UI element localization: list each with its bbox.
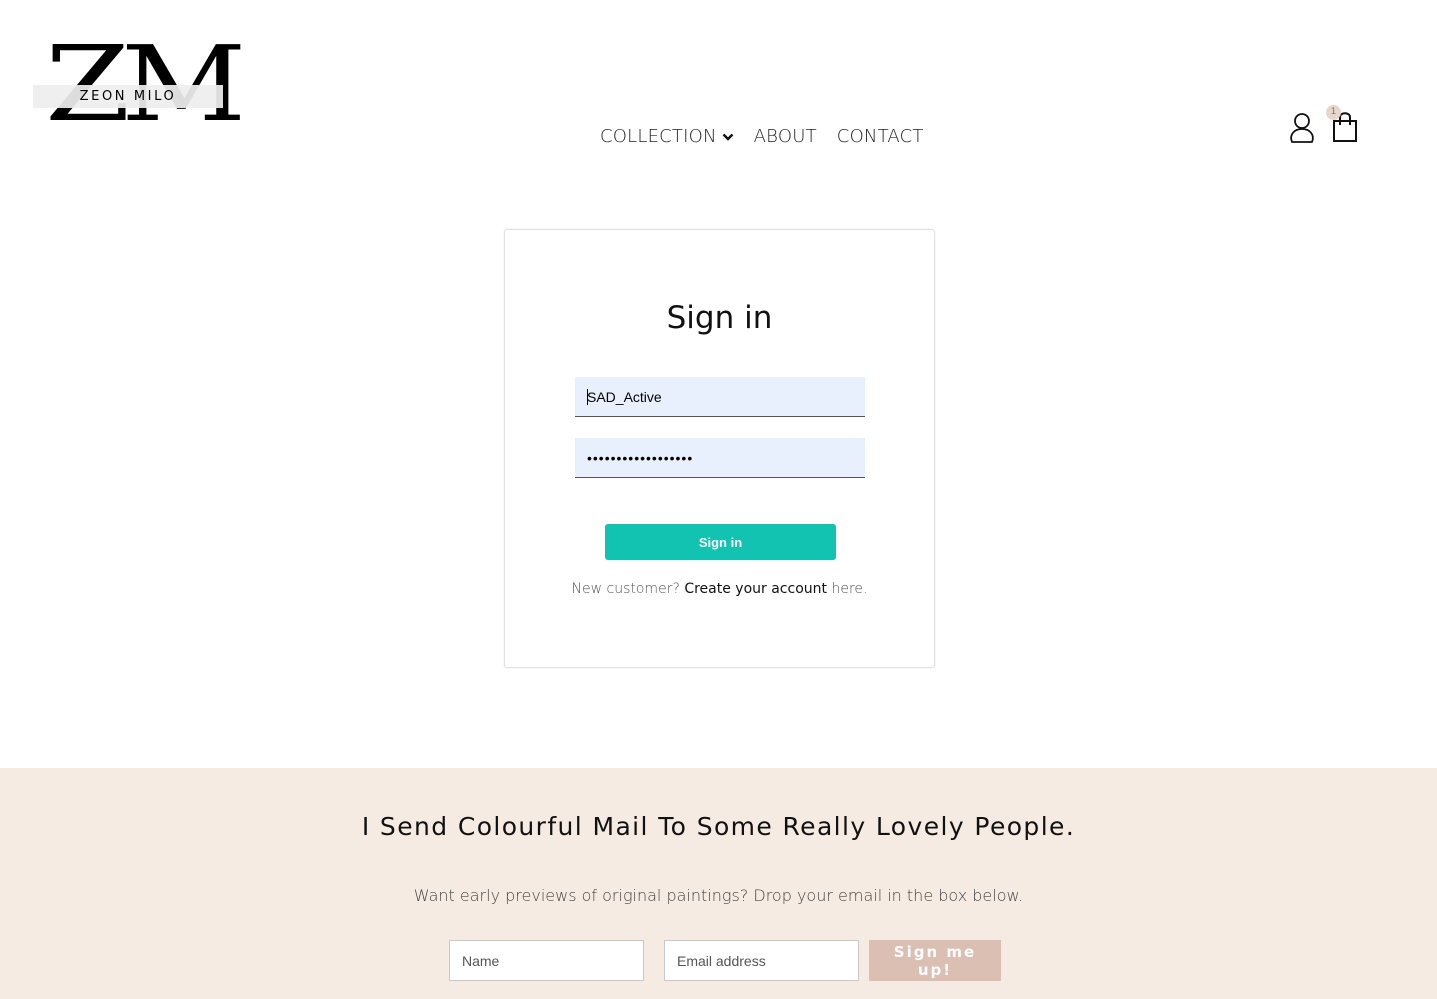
newsletter-signup-button[interactable]: Sign me up! bbox=[869, 940, 1001, 981]
cart-count-badge: 1 bbox=[1326, 105, 1341, 120]
newsletter-section: I Send Colourful Mail To Some Really Lov… bbox=[0, 768, 1437, 999]
nav-item-collection-label: COLLECTION bbox=[600, 126, 717, 147]
create-account-link[interactable]: Create your account bbox=[684, 581, 827, 597]
newsletter-heading: I Send Colourful Mail To Some Really Lov… bbox=[361, 812, 1076, 841]
signup-prompt: New customer? Create your account here. bbox=[505, 581, 934, 597]
newsletter-subtext: Want early previews of original painting… bbox=[413, 886, 1024, 905]
nav-item-contact[interactable]: CONTACT bbox=[837, 126, 924, 147]
newsletter-name-input[interactable] bbox=[449, 940, 644, 981]
signup-prompt-prefix: New customer? bbox=[571, 581, 680, 597]
text-cursor bbox=[587, 389, 588, 405]
signin-button[interactable]: Sign in bbox=[605, 524, 836, 560]
signin-card: Sign in Sign in New customer? Create you… bbox=[504, 229, 935, 668]
main-nav: COLLECTION ABOUT CONTACT bbox=[600, 126, 944, 147]
user-icon[interactable] bbox=[1288, 112, 1316, 148]
logo-monogram: ZM bbox=[45, 23, 246, 145]
header-icons: 1 bbox=[1288, 105, 1363, 148]
nav-item-collection[interactable]: COLLECTION bbox=[600, 126, 734, 147]
logo-name: ZEON MILO bbox=[79, 89, 177, 104]
signin-title: Sign in bbox=[666, 300, 773, 336]
site-logo[interactable]: ZM ZEON MILO bbox=[33, 32, 246, 136]
newsletter-email-input[interactable] bbox=[664, 940, 859, 981]
password-field[interactable] bbox=[575, 438, 865, 478]
site-header: ZM ZEON MILO COLLECTION ABOUT CONTACT 1 bbox=[0, 0, 1437, 200]
signup-prompt-suffix: here. bbox=[831, 581, 868, 597]
nav-item-about[interactable]: ABOUT bbox=[754, 126, 817, 147]
username-field[interactable] bbox=[575, 377, 865, 417]
chevron-down-icon bbox=[722, 126, 734, 147]
